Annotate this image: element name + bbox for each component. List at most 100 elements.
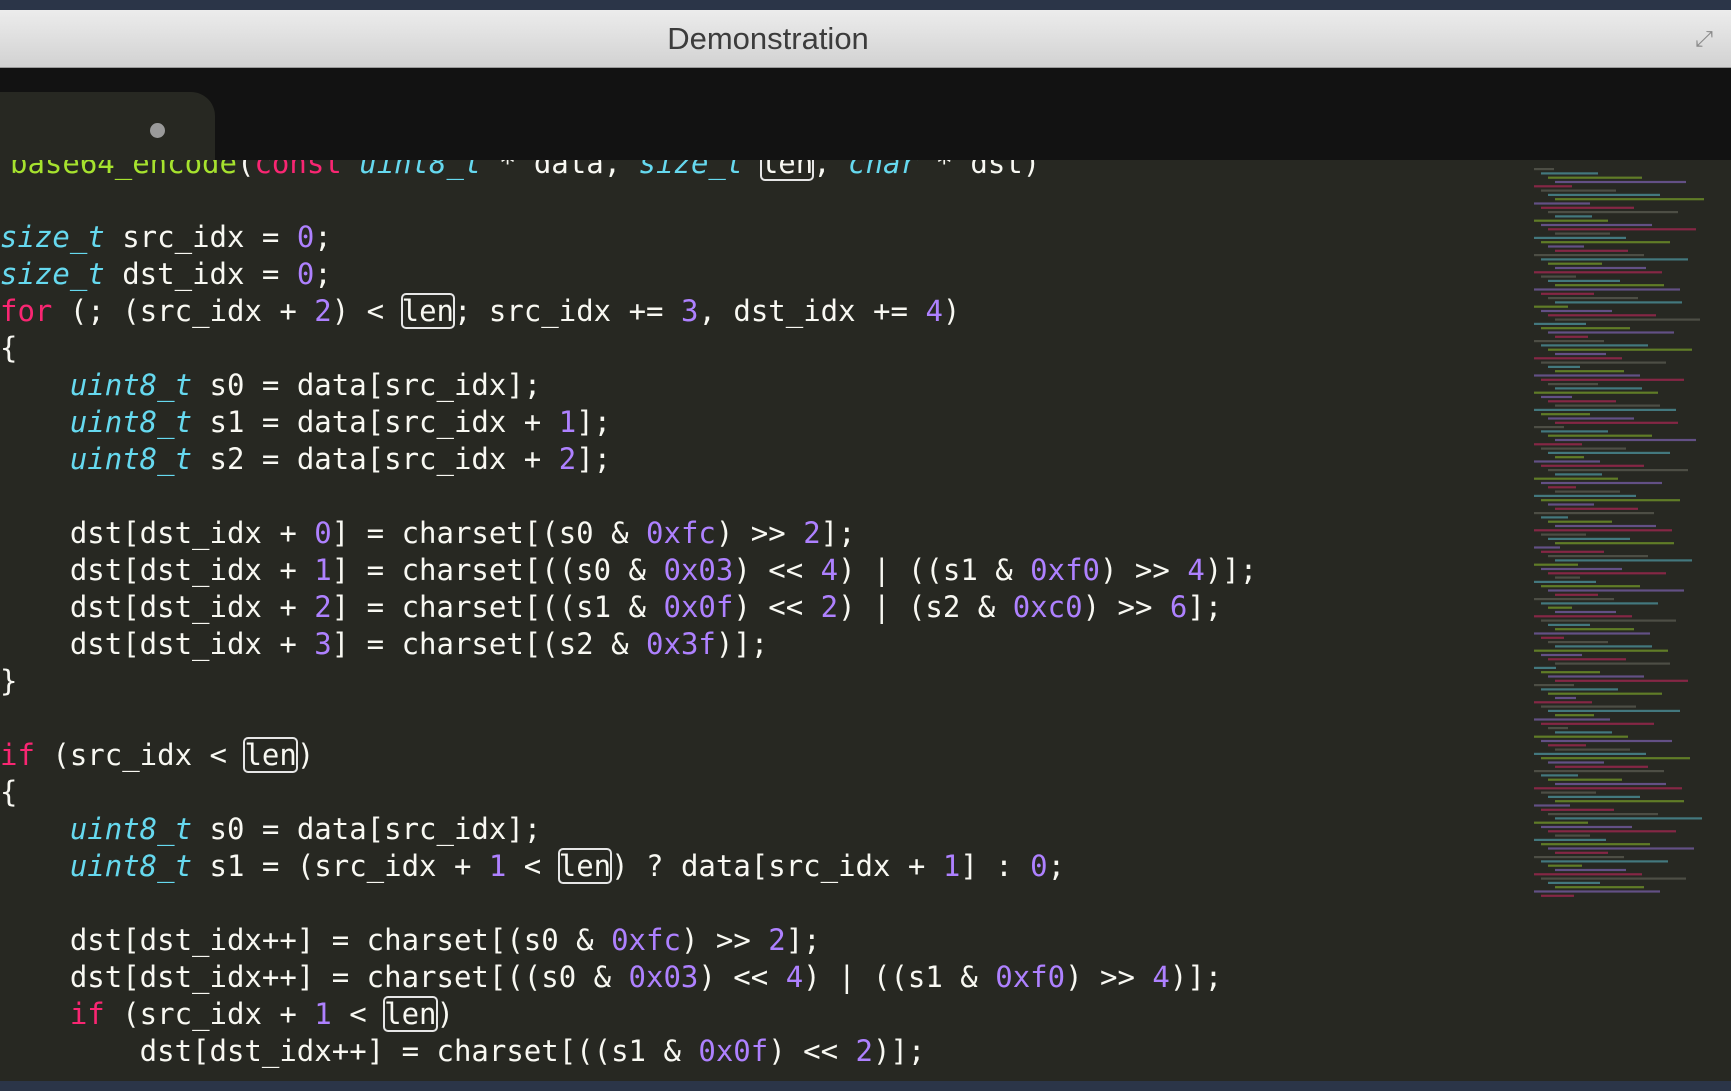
minimap-line [1548,451,1670,454]
fullscreen-icon[interactable]: ⤢ [1691,26,1717,52]
minimap-line [1534,684,1574,687]
title-bar[interactable]: Demonstration ⤢ [0,10,1731,68]
unsaved-dot-icon[interactable] [150,123,165,138]
minimap-line [1548,417,1634,420]
minimap-line [1534,254,1644,257]
code-token: s2 = data[src_idx + [192,442,559,476]
code-token: ) >> [1082,590,1170,624]
minimap[interactable] [1530,160,1731,1091]
code-line[interactable]: size_t src_idx = 0; [0,220,332,254]
minimap-line [1555,301,1682,304]
minimap-line [1555,335,1588,338]
highlighted-token: len [400,293,456,329]
code-line[interactable]: uint8_t s1 = data[src_idx + 1]; [0,405,611,439]
code-line[interactable]: uint8_t s2 = data[src_idx + 2]; [0,442,611,476]
code-token: dst_idx = [104,257,297,291]
code-token: ) [436,997,454,1031]
code-token: ] = charset[((s0 & [331,553,664,587]
minimap-line [1555,662,1670,665]
minimap-line [1541,172,1598,175]
code-token: ]; [785,923,821,957]
code-line[interactable]: { [0,775,17,809]
code-editor[interactable]: base64_encode(const uint8_t * data, size… [0,160,1520,1091]
code-token: ]; [576,405,612,439]
code-token: dst[dst_idx + [0,553,315,587]
minimap-line [1541,447,1626,450]
code-token: ) >> [1065,960,1153,994]
minimap-line [1541,688,1618,691]
minimap-line [1548,211,1678,214]
code-line[interactable]: if (src_idx < len) [0,737,314,773]
code-token: uint8_t [69,368,193,402]
minimap-line [1534,443,1582,446]
code-token: 4 [925,294,943,328]
minimap-line [1541,585,1640,588]
code-token: 2 [558,442,577,476]
code-token: 0x3f [646,627,716,661]
code-token: ; [314,257,332,291]
code-line[interactable]: dst[dst_idx++] = charset[(s0 & 0xfc) >> … [0,923,821,957]
minimap-line [1548,503,1594,506]
code-token: 4 [820,553,839,587]
code-line[interactable]: dst[dst_idx + 1] = charset[((s0 & 0x03) … [0,553,1257,587]
code-token: dst[dst_idx + [0,516,315,550]
code-line[interactable]: uint8_t s0 = data[src_idx]; [0,812,541,846]
code-line[interactable]: dst[dst_idx + 3] = charset[(s2 & 0x3f)]; [0,627,768,661]
code-line[interactable]: dst[dst_idx++] = charset[((s0 & 0x03) <<… [0,960,1222,994]
minimap-line [1555,232,1610,235]
minimap-line [1534,735,1628,738]
minimap-line [1534,770,1664,773]
minimap-line [1548,176,1642,179]
editor-tab[interactable] [0,92,215,160]
minimap-line [1541,292,1594,295]
minimap-line [1548,555,1648,558]
minimap-line [1555,834,1590,837]
code-line[interactable]: dst[dst_idx++] = charset[((s1 & 0x0f) <<… [0,1034,926,1068]
code-line[interactable]: if (src_idx + 1 < len) [0,996,454,1032]
minimap-line [1541,258,1688,261]
code-token: ) < [331,294,402,328]
code-line[interactable]: dst[dst_idx + 0] = charset[(s0 & 0xfc) >… [0,516,856,550]
code-line[interactable]: size_t dst_idx = 0; [0,257,332,291]
code-line[interactable]: base64_encode(const uint8_t * data, size… [10,160,1041,181]
code-token: ; [314,220,332,254]
minimap-line [1534,288,1680,291]
code-token: ] = charset[(s2 & [331,627,647,661]
code-line[interactable]: } [0,664,17,698]
minimap-preview [1534,168,1704,897]
minimap-line [1534,391,1658,394]
minimap-line [1541,705,1636,708]
minimap-line [1541,808,1614,811]
minimap-line [1548,297,1638,300]
minimap-line [1555,610,1616,614]
minimap-line [1548,572,1666,575]
minimap-line [1541,602,1658,605]
minimap-line [1534,460,1600,463]
minimap-line [1555,404,1660,407]
code-line[interactable]: for (; (src_idx + 2) < len; src_idx += 3… [0,293,960,329]
code-line[interactable]: uint8_t s0 = data[src_idx]; [0,368,541,402]
minimap-line [1555,249,1628,252]
code-token: * dst) [917,160,1041,180]
minimap-line [1548,537,1630,540]
minimap-line [1548,262,1602,265]
code-token: if [69,997,105,1031]
minimap-line [1541,722,1654,725]
code-line[interactable]: { [0,331,17,365]
minimap-line [1541,757,1690,760]
minimap-line [1534,357,1622,360]
code-line[interactable]: dst[dst_idx + 2] = charset[((s1 & 0x0f) … [0,590,1222,624]
minimap-line [1555,215,1592,218]
code-line[interactable]: uint8_t s1 = (src_idx + 1 < len) ? data[… [0,848,1065,884]
code-token: { [0,775,18,809]
minimap-line [1541,671,1600,674]
minimap-line [1534,271,1662,274]
minimap-line [1541,189,1616,192]
minimap-line [1555,748,1630,751]
code-token: uint8_t [359,160,482,180]
code-token: < [506,849,559,883]
code-token: 3 [314,627,332,661]
highlighted-token: len [557,848,613,884]
code-token: 1 [942,849,961,883]
code-token: dst[dst_idx++] = charset[((s1 & [0,1034,699,1068]
